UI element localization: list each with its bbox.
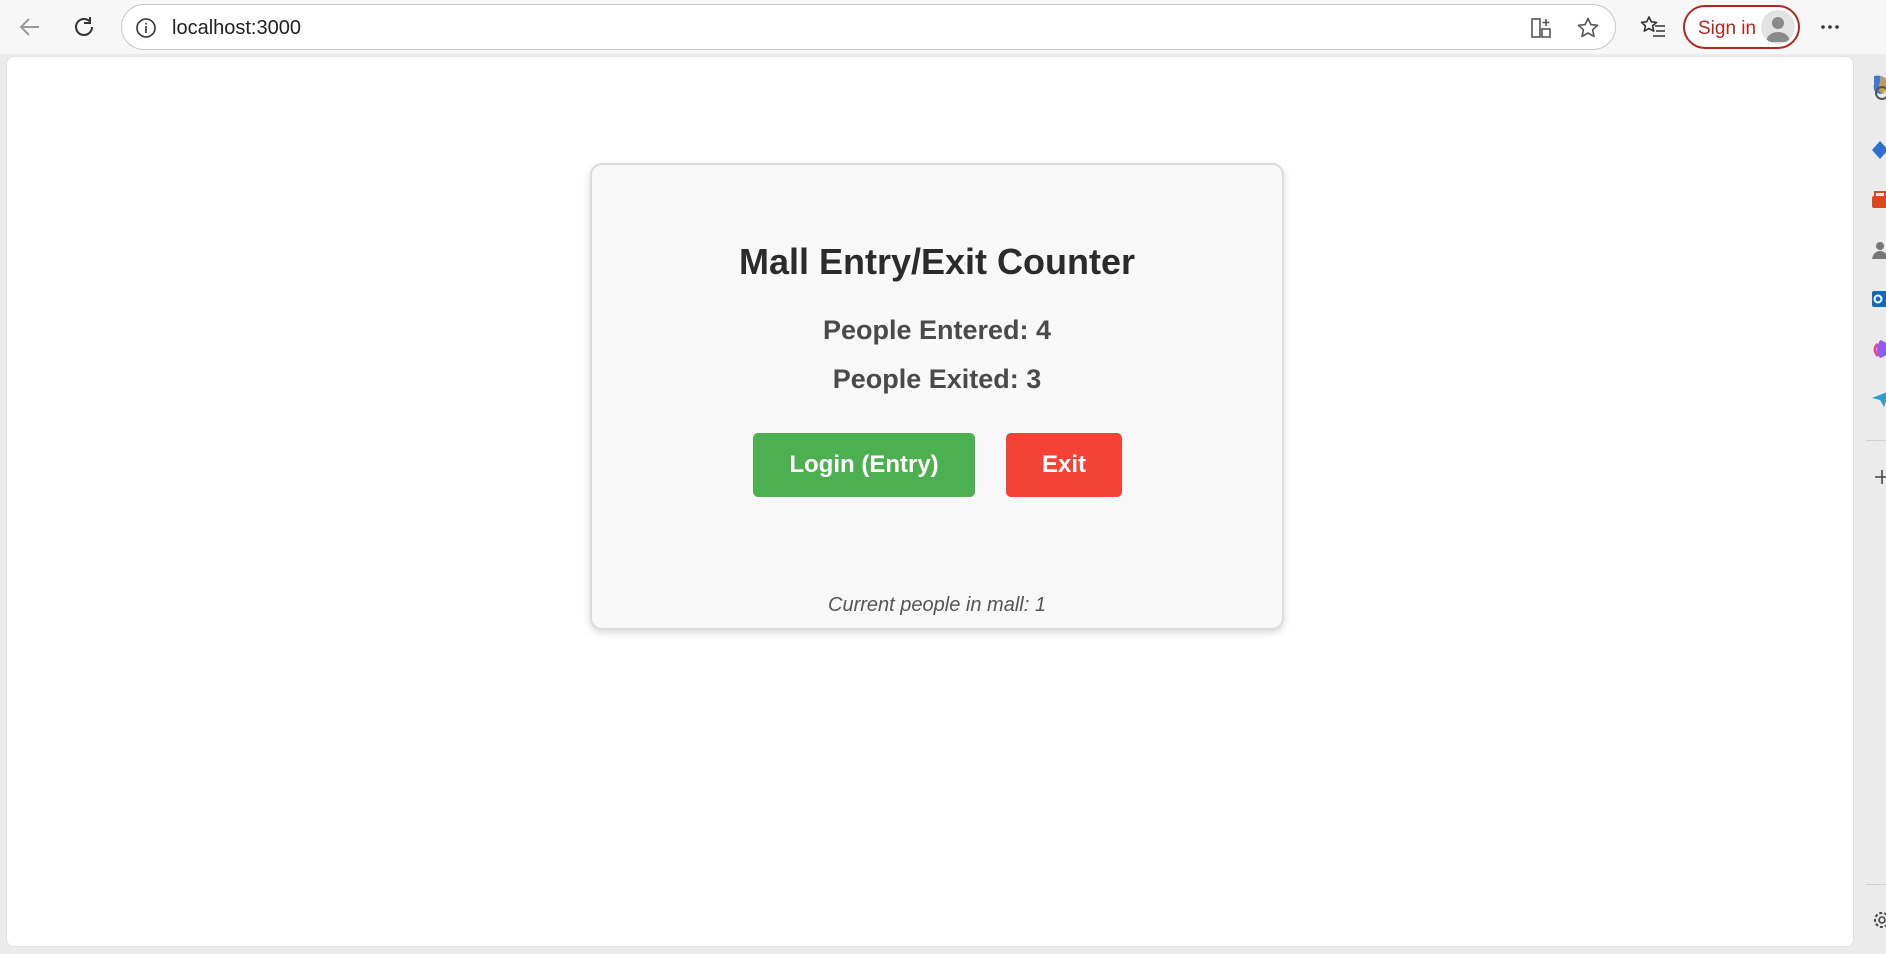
sign-in-label: Sign in xyxy=(1698,18,1757,39)
exit-button[interactable]: Exit xyxy=(1006,433,1122,497)
telegram-icon[interactable] xyxy=(1870,388,1886,410)
favorite-star-icon[interactable] xyxy=(1574,14,1602,42)
search-icon[interactable] xyxy=(1870,83,1886,105)
avatar-icon xyxy=(1761,10,1795,44)
microsoft365-icon[interactable] xyxy=(1870,338,1886,360)
more-options-icon[interactable] xyxy=(1812,9,1848,45)
collections-icon[interactable] xyxy=(1870,139,1886,161)
gear-icon[interactable] xyxy=(1870,909,1886,931)
current-people-count: Current people in mall: 1 xyxy=(828,594,1046,616)
edge-sidebar xyxy=(1856,54,1886,954)
url-text[interactable]: localhost:3000 xyxy=(172,17,301,40)
back-icon[interactable] xyxy=(12,9,48,45)
browser-toolbar: localhost:3000 Sign in xyxy=(0,0,1886,54)
people-entered-count: People Entered: 4 xyxy=(822,315,1052,345)
refresh-icon[interactable] xyxy=(66,9,102,45)
page-title: Mall Entry/Exit Counter xyxy=(738,241,1136,282)
page-viewport: Mall Entry/Exit Counter People Entered: … xyxy=(6,56,1854,947)
sidebar-divider xyxy=(1866,884,1886,885)
split-screen-icon[interactable] xyxy=(1527,14,1555,42)
info-icon[interactable] xyxy=(134,16,158,40)
sidebar-divider xyxy=(1866,440,1886,441)
login-entry-button[interactable]: Login (Entry) xyxy=(753,433,975,497)
tools-icon[interactable] xyxy=(1870,239,1886,261)
favorites-list-icon[interactable] xyxy=(1635,9,1671,45)
add-icon[interactable] xyxy=(1870,466,1886,488)
sign-in-button[interactable]: Sign in xyxy=(1683,5,1800,49)
shopping-icon[interactable] xyxy=(1870,189,1886,211)
outlook-icon[interactable] xyxy=(1870,288,1886,310)
address-bar[interactable]: localhost:3000 xyxy=(121,4,1616,50)
people-exited-count: People Exited: 3 xyxy=(832,364,1042,394)
counter-card: Mall Entry/Exit Counter People Entered: … xyxy=(590,163,1284,630)
